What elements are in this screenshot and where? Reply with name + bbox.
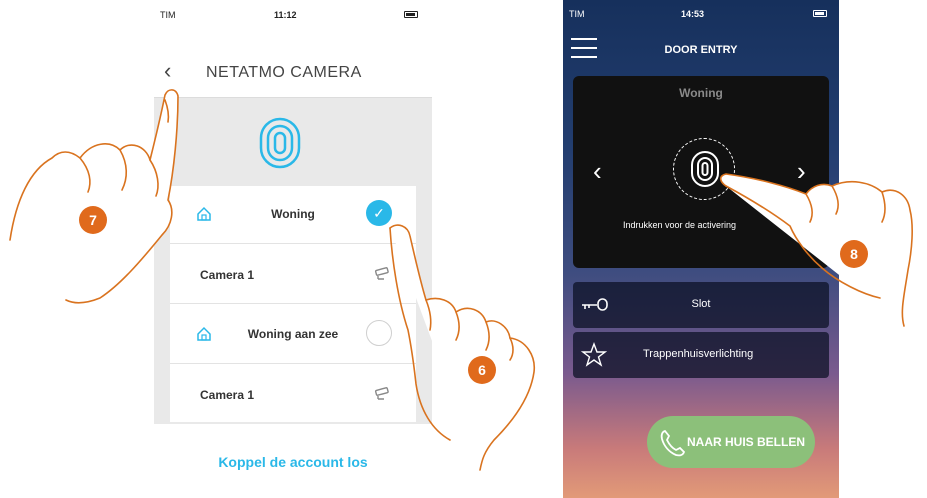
list-item-label: Camera 1 [200,268,255,282]
callout-badge: 8 [840,240,868,268]
camera-icon [374,267,389,280]
stage: TIM 11:12 ‹ NETATMO CAMERA Woning ✓ Came… [0,0,927,498]
fingerprint-icon [259,117,301,169]
star-icon [581,342,607,367]
activate-button[interactable] [673,138,735,200]
camera-icon [374,387,389,400]
phone-icon [660,429,686,457]
location-name: Woning [679,86,723,100]
list-item-label: Camera 1 [200,388,255,402]
activate-hint: Indrukken voor de activering [623,220,737,230]
action-label: Slot [691,298,711,310]
status-bar: TIM 14:53 [563,0,839,28]
bottom-bar: Koppel de account los [154,424,432,498]
fingerprint-icon [691,151,719,187]
right-phone-screen: TIM 14:53 DOOR ENTRY Woning ‹ › Indrukke… [563,0,839,498]
status-time: 14:53 [681,9,705,19]
list-item-camera[interactable]: Camera 1 [170,366,416,424]
unselected-radio[interactable] [366,320,392,346]
list-item-home[interactable]: Woning aan zee [170,306,416,364]
status-bar: TIM 11:12 [154,0,432,44]
prev-location-button[interactable]: ‹ [593,156,602,187]
status-time: 11:12 [274,10,297,20]
pointing-hand-left [9,89,179,304]
carrier-label: TIM [160,10,176,20]
action-stair-light[interactable]: Trappenhuisverlichting [573,332,829,378]
carrier-label: TIM [569,9,585,19]
unlink-account-button[interactable]: Koppel de account los [154,454,432,470]
battery-icon [813,10,827,17]
page-title: NETATMO CAMERA [206,64,362,81]
location-card: Woning ‹ › Indrukken voor de activering [573,76,829,268]
action-lock[interactable]: Slot [573,282,829,328]
back-button[interactable]: ‹ [164,58,171,84]
callout-badge: 7 [79,206,107,234]
nav-bar: ‹ NETATMO CAMERA [154,44,432,98]
call-home-button[interactable]: NAAR HUIS BELLEN [647,416,815,468]
next-location-button[interactable]: › [797,156,806,187]
selected-check-icon[interactable]: ✓ [366,200,392,226]
page-title: DOOR ENTRY [664,44,738,56]
list-item-camera[interactable]: Camera 1 [170,246,416,304]
call-home-label: NAAR HUIS BELLEN [687,435,806,449]
left-phone-screen: TIM 11:12 ‹ NETATMO CAMERA Woning ✓ Came… [154,0,432,498]
callout-badge: 6 [468,356,496,384]
list-item-home[interactable]: Woning ✓ [170,186,416,244]
account-list: Woning ✓ Camera 1 Woning aan zee Camera … [170,186,416,422]
action-label: Trappenhuisverlichting [643,348,754,360]
battery-icon [404,11,418,18]
